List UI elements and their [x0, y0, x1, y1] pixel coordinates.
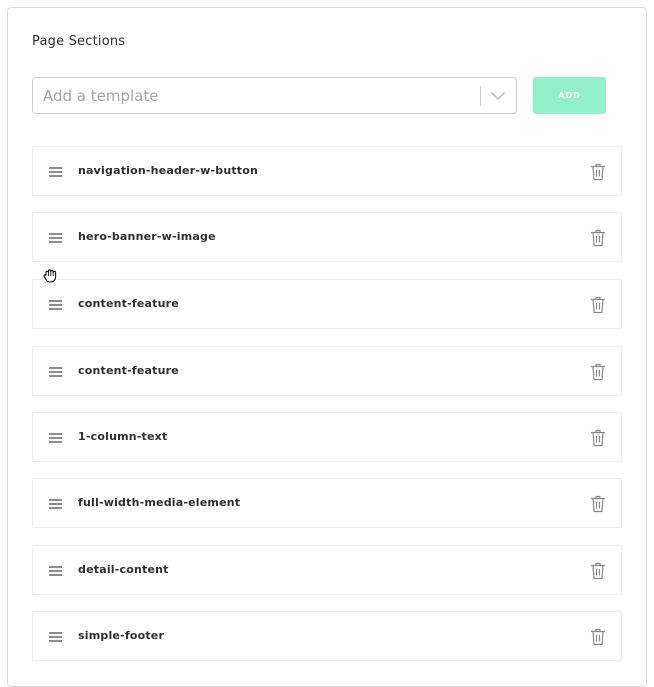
section-row[interactable]: hero-banner-w-image: [32, 212, 622, 262]
trash-icon[interactable]: [590, 229, 606, 247]
section-row[interactable]: 1-column-text: [32, 412, 622, 462]
section-label: content-feature: [78, 297, 179, 310]
drag-handle-icon[interactable]: [49, 299, 62, 311]
section-label: content-feature: [78, 364, 179, 377]
section-label: full-width-media-element: [78, 496, 241, 509]
drag-handle-icon[interactable]: [49, 498, 62, 510]
drag-handle-icon[interactable]: [49, 432, 62, 444]
template-select-placeholder: Add a template: [43, 87, 159, 105]
select-separator: [480, 86, 481, 106]
section-row[interactable]: content-feature: [32, 346, 622, 396]
section-label: navigation-header-w-button: [78, 164, 259, 177]
section-row[interactable]: navigation-header-w-button: [32, 146, 622, 196]
trash-icon[interactable]: [590, 495, 606, 513]
drag-handle-icon[interactable]: [49, 232, 62, 244]
section-label: hero-banner-w-image: [78, 230, 216, 243]
template-select[interactable]: Add a template: [32, 77, 517, 114]
section-row[interactable]: full-width-media-element: [32, 478, 622, 528]
grab-hand-icon: [43, 269, 57, 283]
section-row[interactable]: simple-footer: [32, 611, 622, 661]
section-label: simple-footer: [78, 629, 165, 642]
trash-icon[interactable]: [590, 163, 606, 181]
trash-icon[interactable]: [590, 429, 606, 447]
drag-handle-icon[interactable]: [49, 631, 62, 643]
panel-title: Page Sections: [32, 34, 126, 49]
drag-handle-icon[interactable]: [49, 366, 62, 378]
drag-handle-icon[interactable]: [49, 166, 62, 178]
section-label: 1-column-text: [78, 430, 168, 443]
section-row[interactable]: detail-content: [32, 545, 622, 595]
trash-icon[interactable]: [590, 562, 606, 580]
add-button[interactable]: ADD: [533, 77, 606, 114]
drag-handle-icon[interactable]: [49, 565, 62, 577]
trash-icon[interactable]: [590, 363, 606, 381]
chevron-down-icon[interactable]: [488, 86, 508, 106]
trash-icon[interactable]: [590, 296, 606, 314]
section-row[interactable]: content-feature: [32, 279, 622, 329]
trash-icon[interactable]: [590, 628, 606, 646]
section-label: detail-content: [78, 563, 169, 576]
